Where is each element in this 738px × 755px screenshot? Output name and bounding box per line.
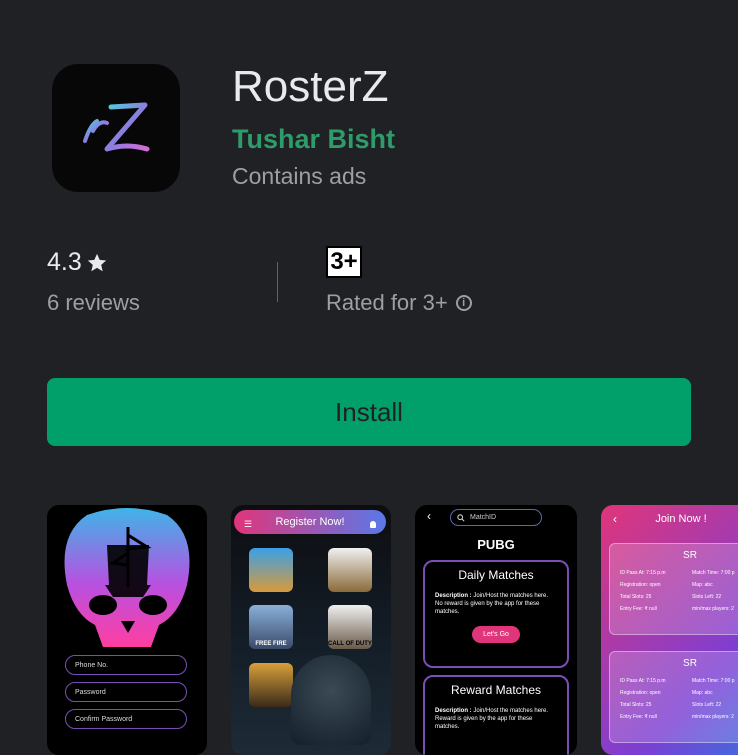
pubg-mobile-tile — [249, 663, 293, 707]
match-search: MatchID — [450, 509, 542, 526]
app-icon — [52, 64, 180, 192]
screenshot-2[interactable]: ☰ Register Now! FREE FIRE CALL OF DUTY — [231, 505, 391, 755]
rating-number: 4.3 — [47, 248, 82, 276]
reviews-count[interactable]: 6 reviews — [47, 290, 140, 316]
free-fire-tile: FREE FIRE — [249, 605, 293, 649]
screenshot-4[interactable]: ‹ Join Now ! SR ID Pass At: 7:15 p.m Reg… — [601, 505, 738, 755]
content-rating-label: Rated for 3+ — [326, 290, 448, 315]
confirm-password-field: Confirm Password — [65, 709, 187, 729]
lets-go-button: Let's Go — [472, 626, 520, 643]
install-button[interactable]: Install — [47, 378, 691, 446]
bell-icon — [370, 521, 376, 528]
info-icon[interactable]: i — [455, 295, 472, 311]
rating-value[interactable]: 4.3 — [47, 248, 108, 277]
app-title: RosterZ — [232, 62, 389, 111]
screenshot-1[interactable]: Phone No. Password Confirm Password — [47, 505, 207, 755]
search-icon — [457, 513, 465, 522]
developer-link[interactable]: Tushar Bisht — [232, 124, 395, 155]
game-title: PUBG — [477, 537, 515, 552]
match-card: SR ID Pass At: 7:15 p.m Registration: op… — [609, 543, 738, 635]
cod-tile: CALL OF DUTY — [328, 605, 372, 649]
match-card: SR ID Pass At: 7:15 p.m Registration: op… — [609, 651, 738, 743]
register-header: ☰ Register Now! — [234, 510, 386, 534]
daily-matches-card: Daily Matches Description : Join/Host th… — [423, 560, 569, 668]
ads-notice: Contains ads — [232, 163, 367, 189]
content-rating[interactable]: Rated for 3+ i — [326, 290, 472, 316]
helmet-art — [291, 655, 371, 745]
register-title: Register Now! — [275, 516, 345, 528]
pirate-skull-art — [64, 508, 190, 647]
rz-logo-icon — [83, 102, 150, 152]
screenshot-3[interactable]: ‹ MatchID PUBG Daily Matches Description… — [415, 505, 577, 755]
phone-field: Phone No. — [65, 655, 187, 675]
password-field: Password — [65, 682, 187, 702]
menu-icon: ☰ — [244, 519, 253, 529]
back-icon: ‹ — [427, 509, 431, 523]
reward-matches-card: Reward Matches Description : Join/Host t… — [423, 675, 569, 755]
star-icon — [87, 253, 106, 271]
pubg-tile — [249, 548, 293, 592]
pubg-tile-2 — [328, 548, 372, 592]
join-title: Join Now ! — [655, 513, 707, 525]
divider — [277, 262, 278, 302]
age-rating-badge: 3+ — [326, 246, 362, 278]
